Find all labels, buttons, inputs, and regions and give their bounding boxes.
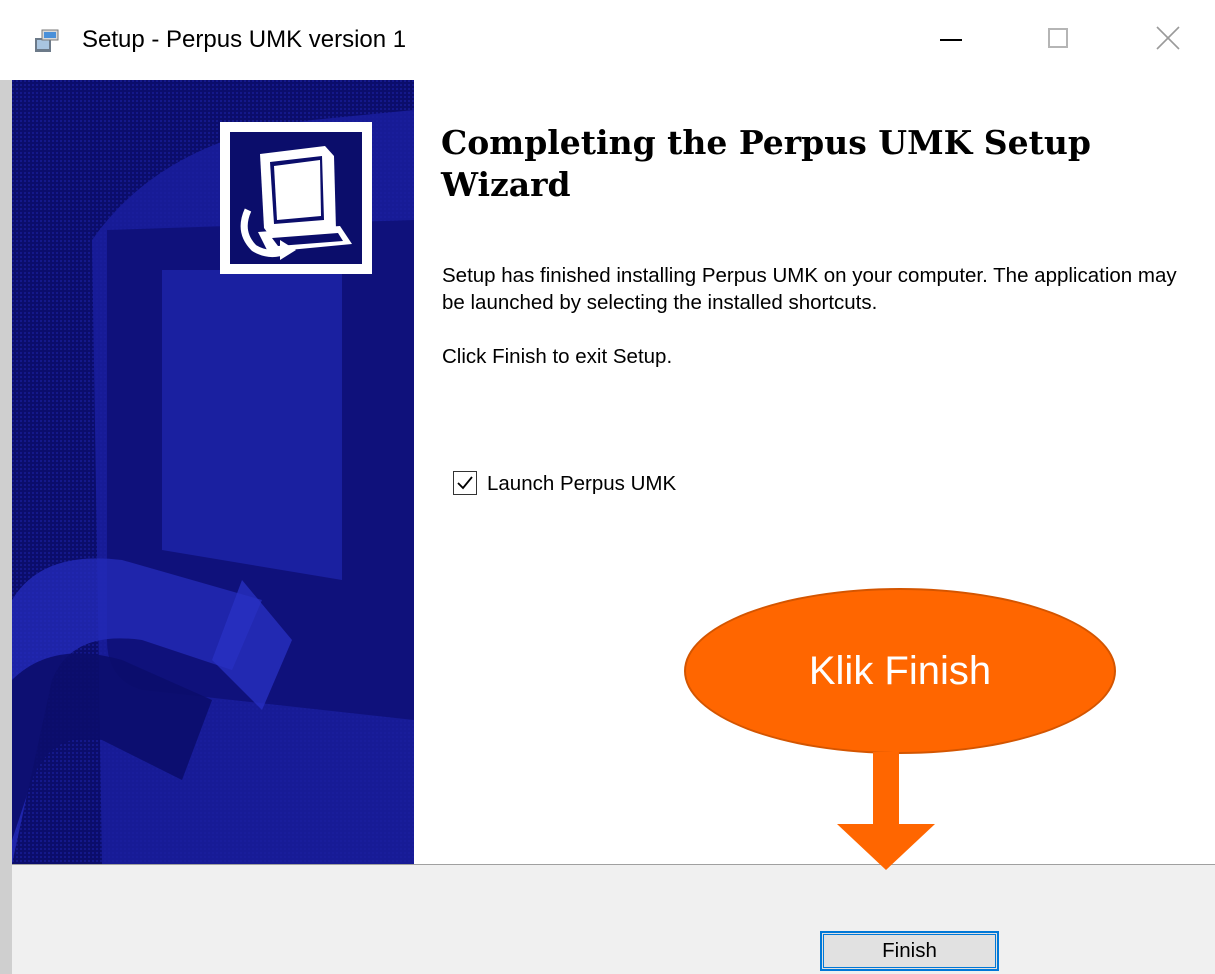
title-bar[interactable]: Setup - Perpus UMK version 1 xyxy=(0,0,1215,80)
annotation-text: Klik Finish xyxy=(808,648,992,693)
computer-install-icon xyxy=(220,122,372,274)
wizard-footer xyxy=(12,865,1215,974)
finished-message: Setup has finished installing Perpus UMK… xyxy=(442,264,1177,314)
wizard-message: Setup has finished installing Perpus UMK… xyxy=(442,262,1202,370)
page-title: Completing the Perpus UMK Setup Wizard xyxy=(441,123,1091,204)
maximize-icon[interactable] xyxy=(1010,0,1102,80)
wizard-banner xyxy=(12,80,414,864)
setup-installer-icon xyxy=(34,28,60,54)
annotation-callout: Klik Finish xyxy=(684,588,1116,754)
window-left-edge xyxy=(0,80,12,974)
setup-wizard-window: Setup - Perpus UMK version 1 Completing … xyxy=(0,0,1215,974)
annotation-arrow-icon xyxy=(837,752,935,870)
minimize-icon[interactable] xyxy=(902,0,994,80)
window-title: Setup - Perpus UMK version 1 xyxy=(82,26,407,53)
launch-checkbox-label[interactable]: Launch Perpus UMK xyxy=(487,470,676,498)
close-icon[interactable] xyxy=(1118,0,1210,80)
finish-button[interactable]: Finish xyxy=(820,931,999,971)
launch-checkbox[interactable] xyxy=(453,471,477,495)
exit-instruction: Click Finish to exit Setup. xyxy=(442,345,673,368)
